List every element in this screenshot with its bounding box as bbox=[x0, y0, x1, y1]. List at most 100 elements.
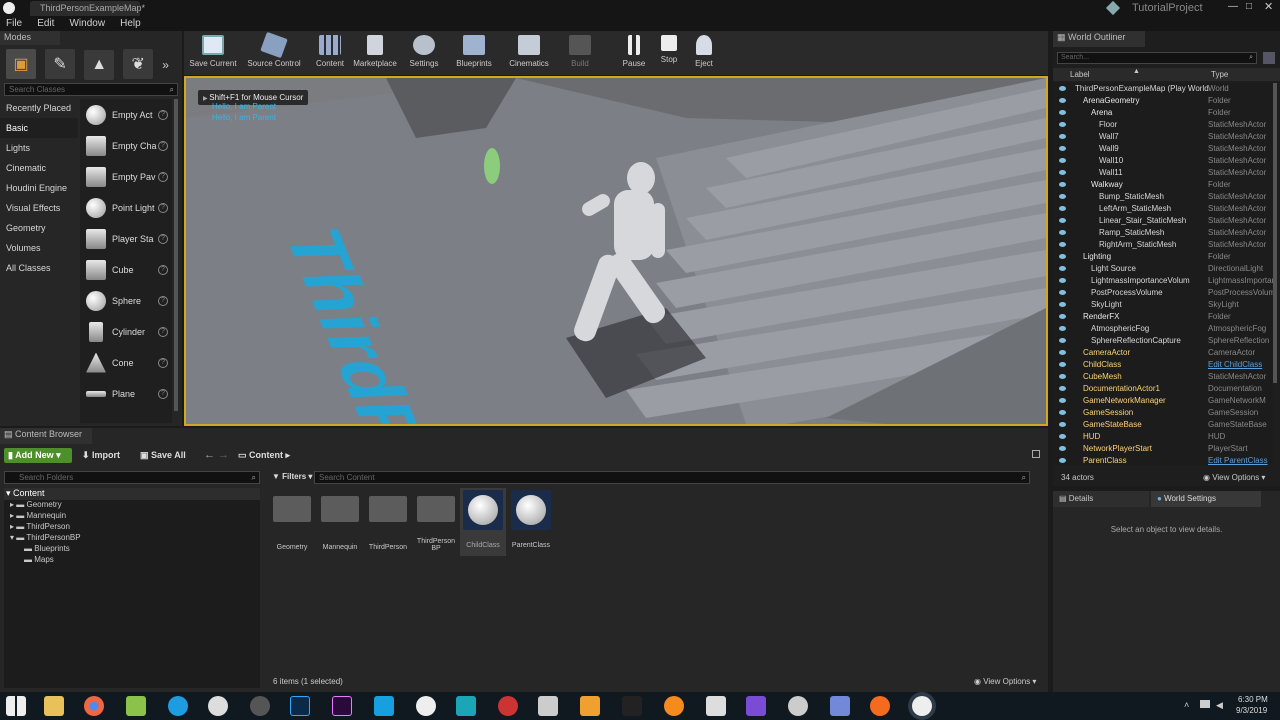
world-settings-tab[interactable]: ● World Settings bbox=[1151, 491, 1261, 507]
visibility-eye-icon[interactable] bbox=[1059, 446, 1066, 451]
outliner-row[interactable]: Wall9 StaticMeshActor bbox=[1053, 143, 1273, 155]
category-lights[interactable]: Lights bbox=[0, 138, 78, 158]
visibility-eye-icon[interactable] bbox=[1059, 146, 1066, 151]
maya-icon[interactable] bbox=[456, 696, 476, 716]
build-button[interactable]: Build bbox=[560, 33, 600, 73]
content-browser-tab[interactable]: ▤ Content Browser bbox=[0, 428, 92, 444]
category-geometry[interactable]: Geometry bbox=[0, 218, 78, 238]
visibility-eye-icon[interactable] bbox=[1059, 86, 1066, 91]
category-cinematic[interactable]: Cinematic bbox=[0, 158, 78, 178]
tree-item-geometry[interactable]: ▸ ▬ Geometry bbox=[4, 500, 260, 511]
place-item-sphere[interactable]: Sphere? bbox=[80, 285, 172, 316]
visibility-eye-icon[interactable] bbox=[1059, 170, 1066, 175]
help-icon[interactable]: ? bbox=[158, 109, 168, 120]
outliner-row[interactable]: SphereReflectionCapture SphereReflection bbox=[1053, 335, 1273, 347]
outliner-row-type[interactable]: Edit ParentClass bbox=[1208, 455, 1273, 465]
tree-item-maps[interactable]: ▬ Maps bbox=[4, 555, 260, 566]
marketplace-button[interactable]: Marketplace bbox=[350, 33, 400, 73]
level-tab[interactable]: ThirdPersonExampleMap* bbox=[30, 1, 145, 16]
place-item-cylinder[interactable]: Cylinder? bbox=[80, 316, 172, 347]
menu-window[interactable]: Window bbox=[63, 17, 111, 31]
save-all-button[interactable]: ▣ Save All bbox=[140, 450, 186, 461]
tree-item-thirdpersonbp[interactable]: ▾ ▬ ThirdPersonBP bbox=[4, 533, 260, 544]
asset-parentclass[interactable]: ParentClass bbox=[508, 488, 554, 556]
minimize-button[interactable]: — bbox=[1228, 1, 1238, 12]
steam-icon[interactable] bbox=[208, 696, 228, 716]
cortana-icon[interactable] bbox=[374, 696, 394, 716]
place-item-empty-pawn[interactable]: Empty Pav? bbox=[80, 161, 172, 192]
more-modes-icon[interactable]: » bbox=[162, 58, 169, 72]
unreal-engine-icon[interactable] bbox=[912, 696, 932, 716]
outliner-row[interactable]: SkyLight SkyLight bbox=[1053, 299, 1273, 311]
visibility-eye-icon[interactable] bbox=[1059, 278, 1066, 283]
visibility-eye-icon[interactable] bbox=[1059, 98, 1066, 103]
foliage-mode-icon[interactable]: ❦ bbox=[123, 49, 154, 79]
visibility-eye-icon[interactable] bbox=[1059, 302, 1066, 307]
outliner-scrollbar[interactable] bbox=[1273, 83, 1277, 383]
outliner-row[interactable]: ParentClass Edit ParentClass bbox=[1053, 455, 1273, 465]
outliner-row[interactable]: CameraActor CameraActor bbox=[1053, 347, 1273, 359]
tree-item-blueprints[interactable]: ▬ Blueprints bbox=[4, 544, 260, 555]
clock-date[interactable]: 9/3/2019 bbox=[1236, 706, 1267, 715]
app-icon[interactable] bbox=[416, 696, 436, 716]
outliner-row[interactable]: Floor StaticMeshActor bbox=[1053, 119, 1273, 131]
tray-up-arrow-icon[interactable]: ˄ bbox=[1184, 700, 1189, 710]
visibility-eye-icon[interactable] bbox=[1059, 338, 1066, 343]
visibility-eye-icon[interactable] bbox=[1059, 386, 1066, 391]
category-basic[interactable]: Basic bbox=[0, 118, 78, 138]
visibility-eye-icon[interactable] bbox=[1059, 374, 1066, 379]
add-new-button[interactable]: ▮ Add New ▾ bbox=[4, 448, 72, 463]
place-item-empty-character[interactable]: Empty Cha? bbox=[80, 130, 172, 161]
photoshop-icon[interactable] bbox=[290, 696, 310, 716]
stop-button[interactable]: Stop bbox=[650, 33, 688, 73]
obs-icon[interactable] bbox=[250, 696, 270, 716]
visibility-eye-icon[interactable] bbox=[1059, 398, 1066, 403]
visibility-eye-icon[interactable] bbox=[1059, 122, 1066, 127]
outliner-row[interactable]: Wall11 StaticMeshActor bbox=[1053, 167, 1273, 179]
landscape-mode-icon[interactable]: ▲ bbox=[84, 50, 115, 80]
clock-time[interactable]: 6:30 PM bbox=[1238, 695, 1268, 704]
outliner-row[interactable]: GameStateBase GameStateBase bbox=[1053, 419, 1273, 431]
visibility-eye-icon[interactable] bbox=[1059, 422, 1066, 427]
target-app-icon[interactable] bbox=[498, 696, 518, 716]
visibility-eye-icon[interactable] bbox=[1059, 410, 1066, 415]
chrome-icon[interactable] bbox=[84, 696, 104, 716]
import-button[interactable]: ⬇ Import bbox=[82, 450, 120, 461]
visibility-eye-icon[interactable] bbox=[1059, 266, 1066, 271]
file-explorer-icon[interactable] bbox=[44, 696, 64, 716]
visibility-eye-icon[interactable] bbox=[1059, 314, 1066, 319]
back-arrow-icon[interactable]: ← bbox=[204, 449, 215, 461]
outliner-row[interactable]: LightmassImportanceVolum LightmassImporta… bbox=[1053, 275, 1273, 287]
outliner-row[interactable]: PostProcessVolume PostProcessVolume bbox=[1053, 287, 1273, 299]
asset-folder-thirdpersonbp[interactable]: ThirdPerson BP bbox=[414, 490, 458, 554]
visibility-eye-icon[interactable] bbox=[1059, 290, 1066, 295]
asset-folder-mannequin[interactable]: Mannequin bbox=[318, 490, 362, 554]
help-icon[interactable]: ? bbox=[158, 233, 168, 244]
houdini-icon[interactable] bbox=[870, 696, 890, 716]
visibility-eye-icon[interactable] bbox=[1059, 242, 1066, 247]
unity-icon[interactable] bbox=[706, 696, 726, 716]
category-recently-placed[interactable]: Recently Placed bbox=[0, 98, 78, 118]
category-all-classes[interactable]: All Classes bbox=[0, 258, 78, 278]
discord-icon[interactable] bbox=[830, 696, 850, 716]
visibility-eye-icon[interactable] bbox=[1059, 254, 1066, 259]
notepad-plus-icon[interactable] bbox=[126, 696, 146, 716]
visibility-eye-icon[interactable] bbox=[1059, 362, 1066, 367]
zbrush-icon[interactable] bbox=[538, 696, 558, 716]
help-icon[interactable]: ? bbox=[158, 202, 168, 213]
lock-icon[interactable] bbox=[1032, 450, 1040, 458]
outliner-row[interactable]: AtmosphericFog AtmosphericFog bbox=[1053, 323, 1273, 335]
source-control-button[interactable]: Source Control bbox=[242, 31, 306, 73]
filters-button[interactable]: ▼ Filters ▾ bbox=[272, 472, 312, 481]
outliner-row[interactable]: GameSession GameSession bbox=[1053, 407, 1273, 419]
world-outliner-tab[interactable]: ▦ World Outliner bbox=[1053, 31, 1145, 47]
outliner-row[interactable]: HUD HUD bbox=[1053, 431, 1273, 443]
outliner-row[interactable]: Wall7 StaticMeshActor bbox=[1053, 131, 1273, 143]
outliner-row[interactable]: Lighting Folder bbox=[1053, 251, 1273, 263]
pause-button[interactable]: Pause bbox=[614, 33, 654, 73]
settings-button[interactable]: Settings bbox=[402, 33, 446, 73]
skype-icon[interactable] bbox=[168, 696, 188, 716]
help-icon[interactable]: ? bbox=[158, 357, 168, 368]
outliner-row[interactable]: Wall10 StaticMeshActor bbox=[1053, 155, 1273, 167]
visibility-eye-icon[interactable] bbox=[1059, 218, 1066, 223]
